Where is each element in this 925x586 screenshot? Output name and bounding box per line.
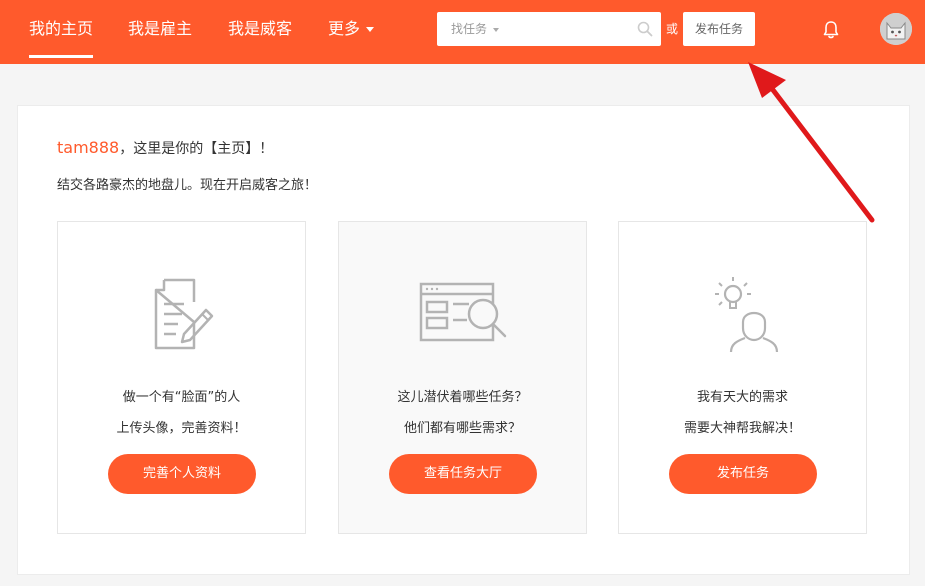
username[interactable]: tam888 — [57, 138, 119, 157]
home-panel: tam888，这里是你的【主页】！ 结交各路豪杰的地盘儿。现在开启威客之旅！ 做… — [17, 105, 910, 575]
card-line-2: 需要大神帮我解决！ — [683, 421, 801, 436]
greeting-text: ，这里是你的【主页】！ — [119, 141, 274, 157]
complete-profile-button[interactable]: 完善个人资料 — [108, 454, 256, 494]
nav-item-my-home[interactable]: 我的主页 — [29, 0, 94, 58]
chevron-down-icon — [366, 27, 375, 32]
top-navbar: 我的主页 我是雇主 我是威客 更多 找任务 或 发布任务 — [0, 0, 925, 64]
card-line-1: 做一个有“脸面”的人 — [122, 390, 241, 405]
publish-task-card-button[interactable]: 发布任务 — [669, 454, 817, 494]
search-type-dropdown[interactable]: 找任务 — [451, 12, 500, 46]
intro-text: 结交各路豪杰的地盘儿。现在开启威客之旅！ — [57, 178, 318, 193]
chevron-down-icon — [493, 27, 500, 32]
publish-task-button[interactable]: 发布任务 — [683, 12, 755, 46]
card-line-1: 我有天大的需求 — [696, 390, 788, 405]
nav-item-freelancer[interactable]: 我是威客 — [228, 0, 292, 58]
greeting: tam888，这里是你的【主页】！ — [57, 138, 273, 158]
search-input[interactable]: 找任务 — [437, 12, 661, 46]
avatar[interactable] — [880, 13, 912, 45]
card-task-hall: 这儿潜伏着哪些任务？ 他们都有哪些需求？ 查看任务大厅 — [338, 221, 587, 534]
card-line-2: 他们都有哪些需求？ — [403, 421, 521, 436]
card-line-1: 这儿潜伏着哪些任务？ — [397, 390, 528, 405]
bell-icon[interactable] — [822, 20, 840, 40]
nav-more-label: 更多 — [328, 19, 361, 38]
nav-item-employer[interactable]: 我是雇主 — [128, 0, 192, 58]
nav-item-more[interactable]: 更多 — [328, 0, 375, 58]
idea-person-icon — [714, 277, 778, 353]
card-complete-profile: 做一个有“脸面”的人 上传头像，完善资料！ 完善个人资料 — [57, 221, 306, 534]
cat-avatar-icon — [880, 13, 912, 45]
card-publish-task: 我有天大的需求 需要大神帮我解决！ 发布任务 — [618, 221, 867, 534]
browser-search-icon — [419, 282, 506, 342]
document-edit-icon — [154, 278, 213, 350]
card-line-2: 上传头像，完善资料！ — [116, 421, 247, 436]
or-label: 或 — [666, 22, 679, 36]
task-hall-button[interactable]: 查看任务大厅 — [389, 454, 537, 494]
search-icon[interactable] — [637, 21, 653, 37]
search-type-label: 找任务 — [451, 22, 488, 36]
